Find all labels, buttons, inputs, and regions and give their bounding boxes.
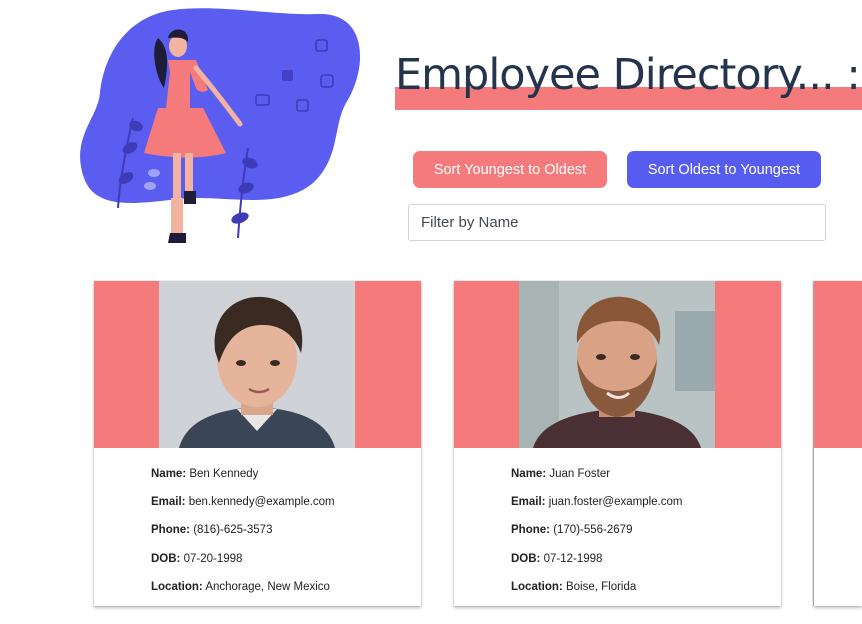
employee-dob-row: DOB: 07-20-1998 bbox=[151, 545, 335, 573]
employee-location-row: Location: Anchorage, New Mexico bbox=[151, 573, 335, 601]
employee-card: Name: Juan Foster Email: juan.foster@exa… bbox=[454, 281, 781, 606]
card-banner bbox=[454, 281, 781, 448]
employee-portrait-icon bbox=[519, 281, 715, 448]
phone-label: Phone: bbox=[151, 524, 190, 537]
location-label: Location: bbox=[151, 580, 203, 593]
employee-location-row: Location: Boise, Florida bbox=[511, 573, 682, 601]
email-label: Email: bbox=[511, 496, 546, 509]
employee-info: Name: Juan Foster Email: juan.foster@exa… bbox=[511, 460, 682, 601]
title-block: Employee Directory... : bbox=[395, 44, 862, 124]
employee-portrait-icon bbox=[159, 281, 355, 448]
employee-dob: 07-12-1998 bbox=[543, 552, 603, 565]
employee-phone-row: Phone: (170)-556-2679 bbox=[511, 516, 682, 544]
filter-by-name-input[interactable] bbox=[408, 204, 826, 241]
employee-email-row: Email: ben.kennedy@example.com bbox=[151, 488, 335, 516]
email-label: Email: bbox=[151, 496, 186, 509]
name-label: Name: bbox=[151, 468, 187, 480]
employee-name-row: Name: Ben Kennedy bbox=[151, 460, 335, 488]
employee-photo bbox=[159, 281, 355, 448]
employee-email: juan.foster@example.com bbox=[548, 496, 683, 509]
employee-dob: 07-20-1998 bbox=[183, 552, 243, 565]
employee-email-row: Email: juan.foster@example.com bbox=[511, 488, 682, 516]
employee-location: Boise, Florida bbox=[565, 580, 637, 593]
card-banner bbox=[94, 281, 421, 448]
phone-label: Phone: bbox=[511, 524, 550, 537]
employee-name: Juan Foster bbox=[549, 468, 611, 480]
employee-phone: (816)-625-3573 bbox=[193, 524, 273, 537]
employee-photo bbox=[519, 281, 715, 448]
employee-info: Name: Ben Kennedy Email: ben.kennedy@exa… bbox=[151, 460, 335, 601]
employee-location: Anchorage, New Mexico bbox=[205, 580, 330, 593]
employee-phone: (170)-556-2679 bbox=[553, 524, 633, 537]
employee-dob-row: DOB: 07-12-1998 bbox=[511, 545, 682, 573]
sort-oldest-to-youngest-button[interactable]: Sort Oldest to Youngest bbox=[627, 151, 821, 188]
hero-illustration bbox=[78, 8, 363, 246]
name-label: Name: bbox=[511, 468, 547, 480]
employee-card: Name: Ben Kennedy Email: ben.kennedy@exa… bbox=[94, 281, 421, 606]
employee-name-row: Name: Juan Foster bbox=[511, 460, 682, 488]
woman-illustration-icon bbox=[80, 8, 361, 243]
dob-label: DOB: bbox=[511, 552, 541, 565]
employee-card bbox=[814, 281, 862, 606]
card-banner bbox=[814, 281, 862, 448]
employee-phone-row: Phone: (816)-625-3573 bbox=[151, 516, 335, 544]
dob-label: DOB: bbox=[151, 552, 181, 565]
page-title: Employee Directory... : bbox=[395, 50, 861, 100]
employee-name: Ben Kennedy bbox=[189, 468, 259, 480]
location-label: Location: bbox=[511, 580, 563, 593]
employee-email: ben.kennedy@example.com bbox=[188, 496, 335, 509]
sort-youngest-to-oldest-button[interactable]: Sort Youngest to Oldest bbox=[413, 151, 607, 188]
